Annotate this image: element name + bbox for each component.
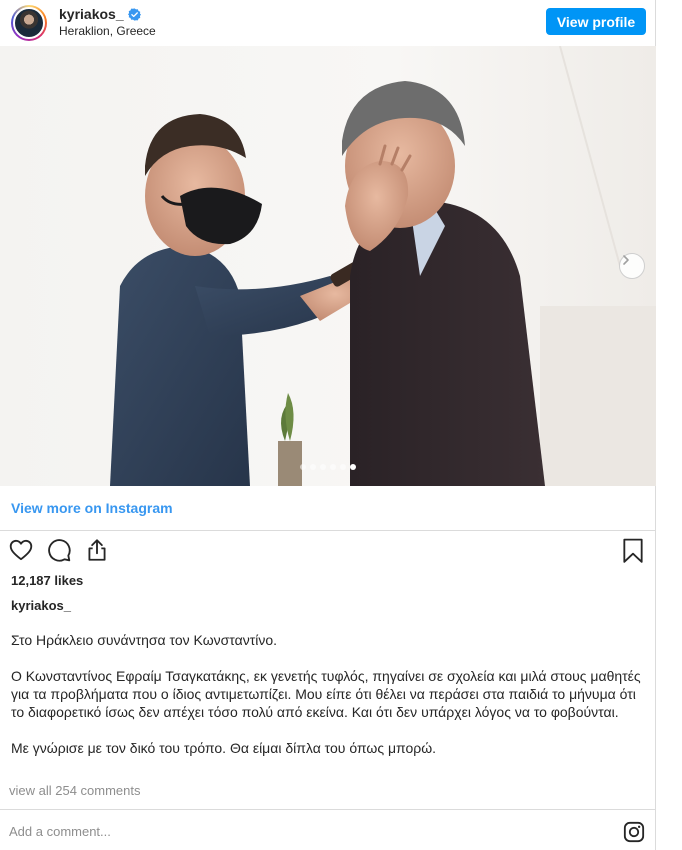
action-bar bbox=[8, 537, 110, 563]
carousel-dot bbox=[350, 464, 356, 470]
caption-paragraph: Ο Κωνσταντίνος Εφραίμ Τσαγκατάκης, εκ γε… bbox=[11, 668, 641, 720]
instagram-logo-icon[interactable] bbox=[623, 821, 645, 843]
verified-badge-icon bbox=[127, 7, 141, 21]
heart-icon[interactable] bbox=[8, 537, 34, 563]
view-profile-button[interactable]: View profile bbox=[546, 8, 646, 35]
carousel-dots bbox=[300, 464, 356, 470]
speech-bubble-icon[interactable] bbox=[46, 537, 72, 563]
view-more-link[interactable]: View more on Instagram bbox=[11, 500, 173, 516]
carousel-dot bbox=[310, 464, 316, 470]
caption: Στο Ηράκλειο συνάντησα τον Κωνσταντίνο. … bbox=[11, 631, 641, 757]
comment-input[interactable] bbox=[9, 824, 509, 839]
carousel-dot bbox=[300, 464, 306, 470]
instagram-embed: kyriakos_ Heraklion, Greece View profile bbox=[0, 0, 656, 850]
like-count[interactable]: 12,187 likes bbox=[11, 573, 83, 588]
photo-illustration bbox=[0, 46, 656, 486]
username-row: kyriakos_ bbox=[59, 6, 141, 22]
username[interactable]: kyriakos_ bbox=[59, 6, 124, 22]
share-icon[interactable] bbox=[84, 537, 110, 563]
avatar[interactable] bbox=[11, 5, 47, 41]
bookmark-icon[interactable] bbox=[621, 538, 645, 564]
chevron-right-icon bbox=[623, 255, 629, 265]
carousel-dot bbox=[320, 464, 326, 470]
carousel-next-button[interactable] bbox=[619, 253, 645, 279]
caption-username[interactable]: kyriakos_ bbox=[11, 598, 71, 613]
post-photo[interactable] bbox=[0, 46, 656, 486]
divider bbox=[0, 809, 656, 810]
divider bbox=[0, 530, 656, 531]
carousel-dot bbox=[340, 464, 346, 470]
location[interactable]: Heraklion, Greece bbox=[59, 24, 156, 38]
post-header: kyriakos_ Heraklion, Greece View profile bbox=[0, 0, 656, 46]
caption-paragraph: Στο Ηράκλειο συνάντησα τον Κωνσταντίνο. bbox=[11, 632, 278, 648]
carousel-dot bbox=[330, 464, 336, 470]
view-all-comments-link[interactable]: view all 254 comments bbox=[9, 783, 141, 798]
caption-paragraph: Με γνώρισε με τον δικό του τρόπο. Θα είμ… bbox=[11, 740, 437, 756]
